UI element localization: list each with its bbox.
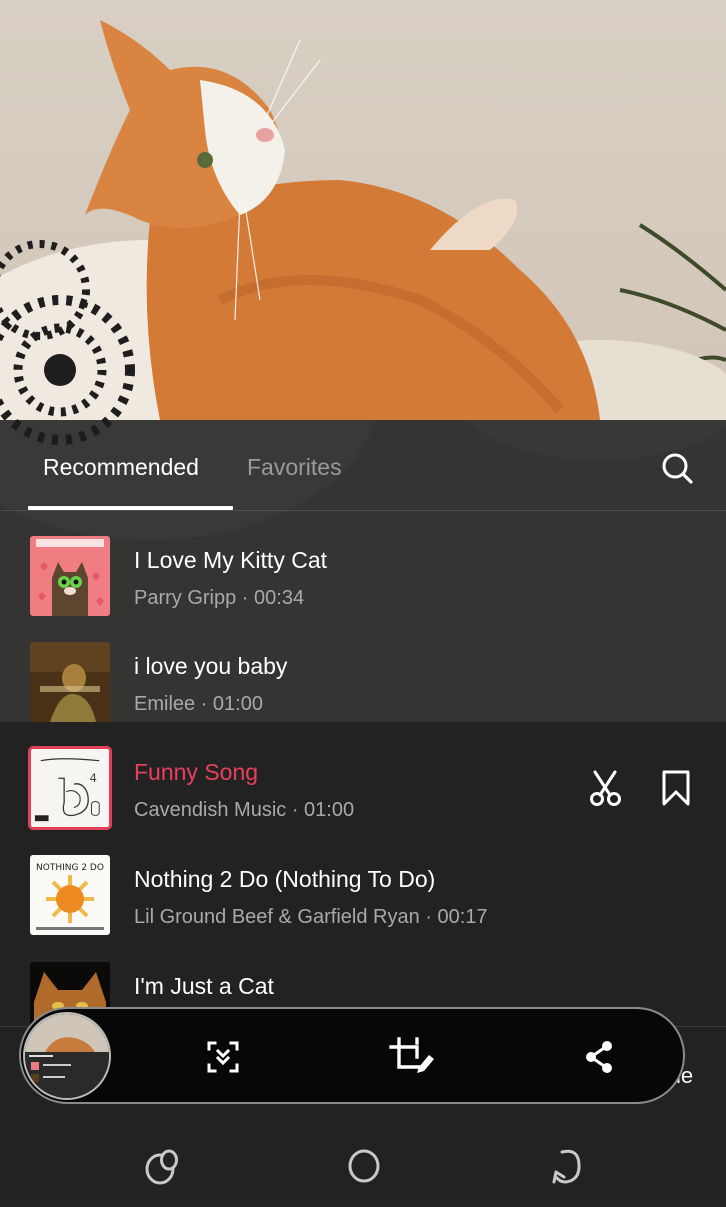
album-cover-art (30, 536, 110, 616)
song-item[interactable]: i love you baby Emilee · 01:00 (0, 642, 726, 748)
cover-title: NOTHING 2 DO (36, 863, 104, 873)
search-button[interactable] (659, 450, 695, 486)
song-title: Funny Song (134, 759, 259, 785)
music-tabs: Recommended Favorites (0, 420, 726, 512)
tab-favorites[interactable]: Favorites (247, 452, 342, 482)
album-cover (30, 536, 110, 616)
scroll-capture-button[interactable] (203, 1037, 243, 1077)
song-artist-duration: Parry Gripp · 00:34 (134, 587, 305, 609)
album-cover: 4 (28, 746, 112, 830)
home-button[interactable] (344, 1144, 384, 1188)
bookmark-icon (662, 770, 690, 806)
album-cover-art: 4 (31, 749, 109, 827)
song-title: Nothing 2 Do (Nothing To Do) (134, 866, 436, 892)
album-cover: NOTHING 2 DO (30, 855, 110, 935)
song-artist-duration: Cavendish Music · 01:00 (134, 799, 355, 821)
svg-text:4: 4 (90, 771, 97, 785)
scissors-icon (590, 770, 621, 806)
edit-screenshot-button[interactable] (389, 1037, 434, 1077)
screenshot-preview (25, 1014, 109, 1098)
screenshot-toolbar (19, 1007, 685, 1104)
trim-button[interactable] (586, 768, 626, 808)
song-artist-duration: Emilee · 01:00 (134, 693, 263, 715)
tab-recommended[interactable]: Recommended (43, 452, 199, 482)
album-cover-art (30, 642, 110, 722)
crop-edit-icon (389, 1037, 434, 1073)
tabs-divider (0, 510, 726, 511)
song-item-selected[interactable]: 4 Funny Song Cavendish Music · 01:00 (0, 746, 726, 854)
album-cover (30, 642, 110, 722)
song-item[interactable]: NOTHING 2 DO Nothing 2 Do (Nothing To Do… (0, 855, 726, 961)
back-icon (552, 1149, 581, 1184)
scroll-capture-icon (207, 1041, 239, 1073)
screenshot-thumbnail[interactable] (23, 1012, 111, 1100)
song-title: I Love My Kitty Cat (134, 547, 328, 573)
back-button[interactable] (546, 1144, 586, 1188)
system-navigation-bar (0, 1130, 726, 1207)
song-title: i love you baby (134, 653, 288, 679)
home-icon (348, 1149, 380, 1183)
song-title: I'm Just a Cat (134, 973, 274, 999)
add-to-favorites-button[interactable] (656, 768, 696, 808)
song-item[interactable]: I Love My Kitty Cat Parry Gripp · 00:34 (0, 536, 726, 642)
recents-button[interactable] (142, 1144, 182, 1188)
share-button[interactable] (579, 1037, 619, 1077)
album-cover-art: NOTHING 2 DO (30, 855, 110, 935)
search-icon (662, 453, 693, 484)
share-icon (586, 1041, 612, 1073)
song-artist-duration: Lil Ground Beef & Garfield Ryan · 00:17 (134, 906, 488, 928)
recents-icon (145, 1149, 178, 1185)
